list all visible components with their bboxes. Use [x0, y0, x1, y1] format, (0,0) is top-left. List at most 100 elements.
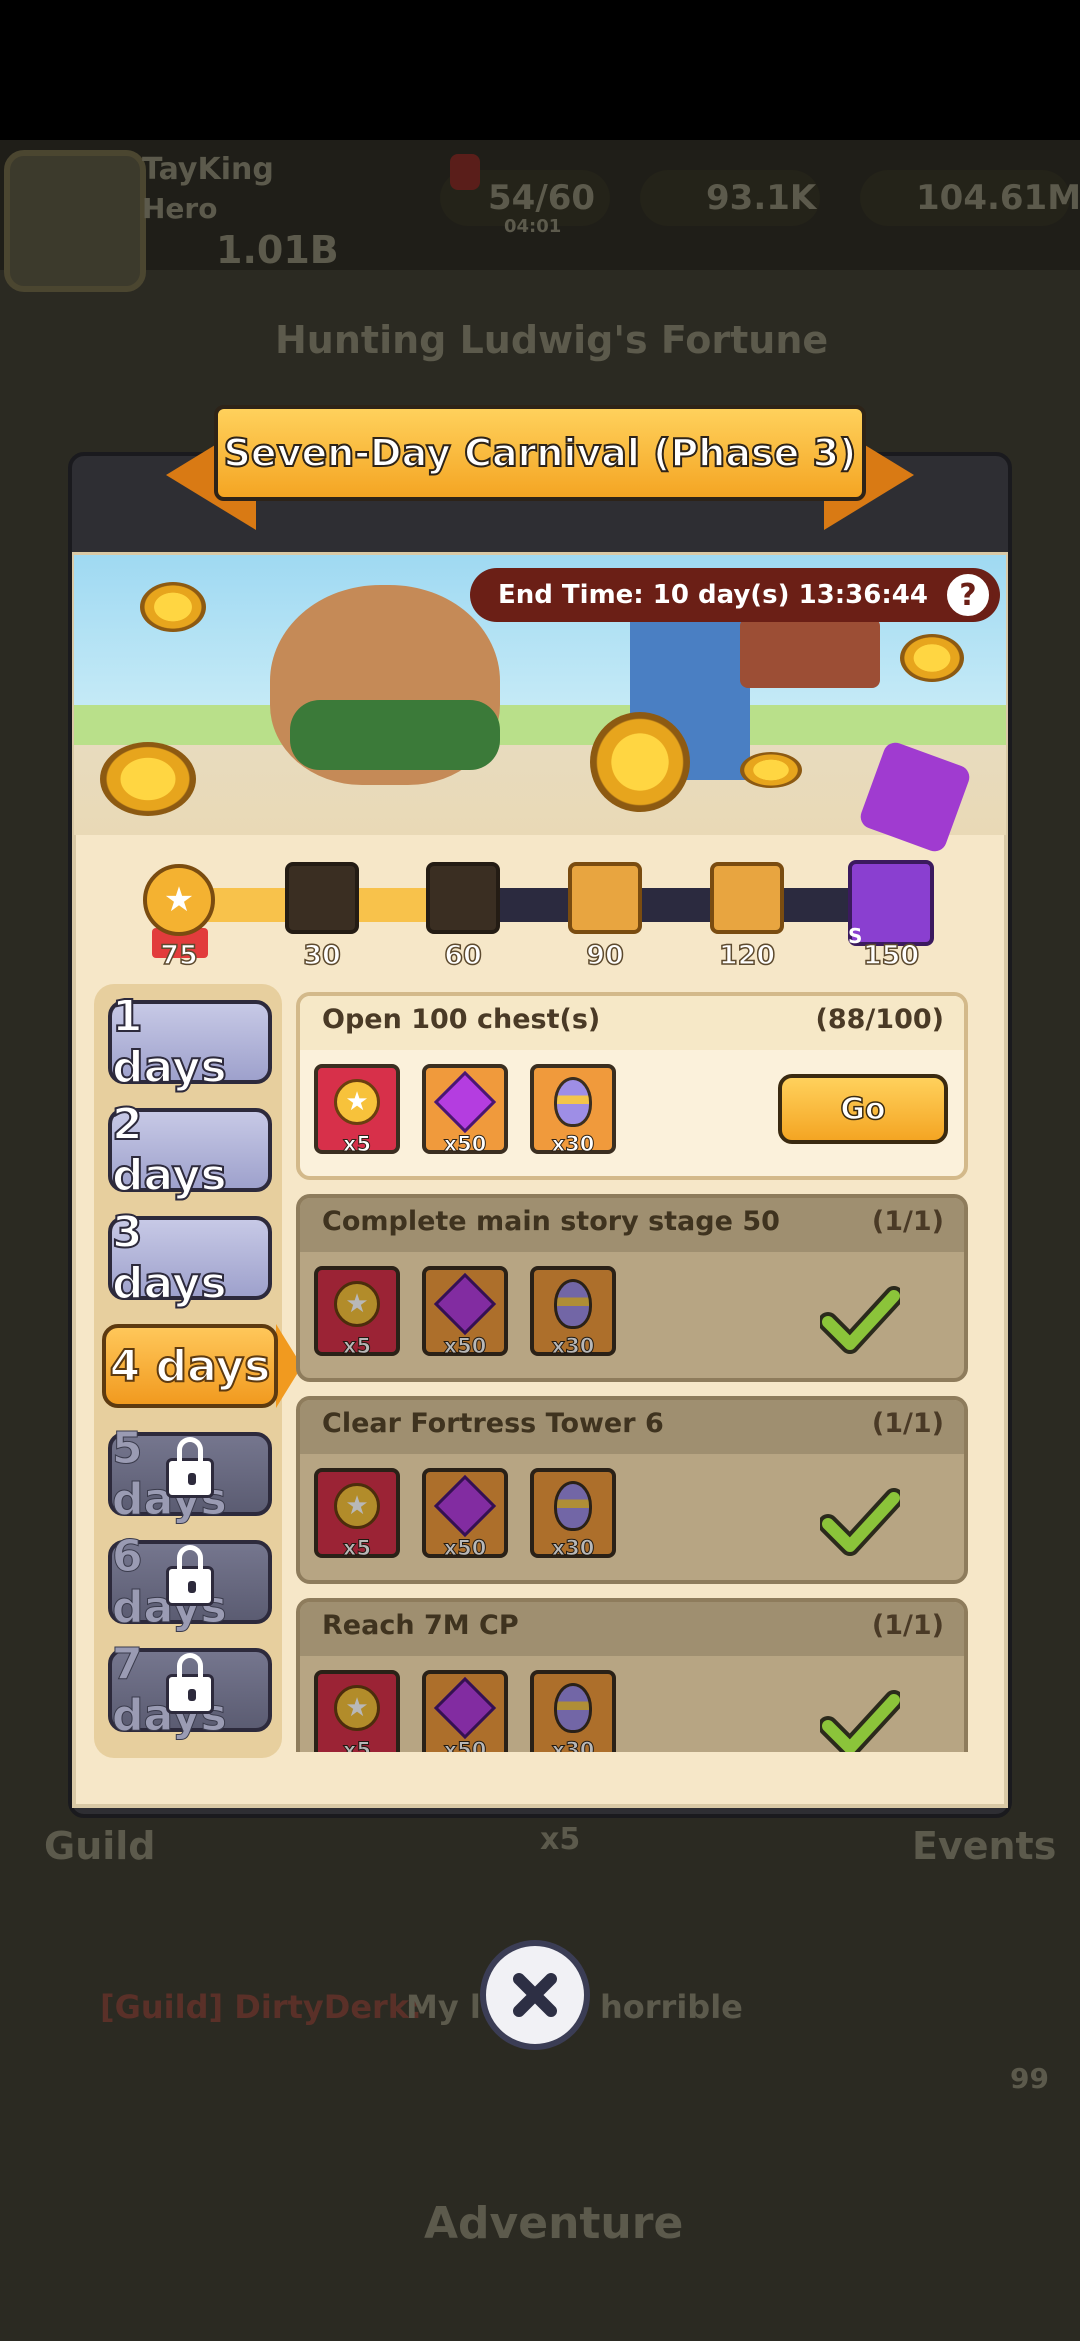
bonus-label: x5 [540, 1822, 581, 1857]
lock-icon [166, 1653, 214, 1714]
task-progress: (88/100) [815, 1004, 944, 1035]
medal-icon: ★ [334, 1483, 380, 1530]
gem-icon [433, 1071, 497, 1134]
coin-art [590, 712, 690, 812]
egg-icon [554, 1279, 592, 1330]
tab-label: 1 days [111, 990, 228, 1094]
milestone-label: 150 [862, 939, 920, 972]
chat-channel: [Guild] DirtyDerk: [100, 1988, 422, 2026]
reward-medal[interactable]: ★ x5 [314, 1468, 400, 1561]
reward-qty: x30 [551, 1738, 595, 1753]
reward-medal[interactable]: ★ x5 [314, 1266, 400, 1359]
milestone-label: 90 [585, 939, 624, 972]
milestone-chest-120[interactable] [710, 862, 784, 934]
close-button[interactable] [480, 1940, 590, 2050]
reward-egg[interactable]: x30 [530, 1670, 616, 1752]
nav-chest-badge: 99 [1010, 2062, 1049, 2095]
milestone-chest-30[interactable] [285, 862, 359, 934]
task-progress: (1/1) [871, 1610, 944, 1641]
task-progress: (1/1) [871, 1206, 944, 1237]
help-button[interactable]: ? [943, 570, 993, 620]
coin-art [100, 742, 196, 816]
medal-icon: ★ [334, 1685, 380, 1732]
capybara-scarf-art [290, 700, 500, 770]
coin-art [740, 752, 802, 788]
reward-qty: x5 [342, 1536, 372, 1561]
reward-medal[interactable]: ★ x5 [314, 1064, 400, 1157]
egg-icon [554, 1481, 592, 1532]
task-card: Clear Fortress Tower 6 (1/1) ★ x5 x50 x3… [296, 1396, 968, 1584]
reward-qty: x50 [443, 1536, 487, 1561]
gold-value: 104.61M [916, 178, 1080, 218]
gem-icon [433, 1677, 497, 1740]
signpost-art [740, 618, 880, 688]
modal-title: Seven-Day Carnival (Phase 3) [223, 430, 858, 476]
tab-day-5[interactable]: 5 days [108, 1423, 272, 1526]
gem-icon [433, 1273, 497, 1336]
chat-text-tail: horrible [600, 1988, 743, 2026]
tab-label: 4 days [109, 1340, 272, 1393]
guild-label: Guild [44, 1824, 156, 1868]
coin-art [140, 582, 206, 632]
lock-icon [166, 1545, 214, 1606]
task-card: Complete main story stage 50 (1/1) ★ x5 … [296, 1194, 968, 1382]
event-title: Hunting Ludwig's Fortune [275, 318, 829, 362]
reward-qty: x5 [342, 1334, 372, 1359]
gem-icon [433, 1475, 497, 1538]
task-list[interactable]: Open 100 chest(s) (88/100) ★ x5 x50 x30 … [296, 988, 972, 1752]
reward-qty: x50 [443, 1738, 487, 1753]
reward-gem[interactable]: x50 [422, 1266, 508, 1359]
reward-qty: x30 [551, 1536, 595, 1561]
medal-icon: ★ [334, 1281, 380, 1328]
reward-gem[interactable]: x50 [422, 1468, 508, 1561]
tab-day-6[interactable]: 6 days [108, 1531, 272, 1634]
tab-day-2[interactable]: 2 days [108, 1098, 272, 1202]
end-time-pill: End Time: 10 day(s) 13:36:44 [470, 568, 1000, 622]
energy-value: 54/60 [488, 178, 596, 218]
milestone-label: 120 [718, 939, 776, 972]
task-card: Open 100 chest(s) (88/100) ★ x5 x50 x30 … [296, 992, 968, 1180]
events-label: Events [912, 1824, 1057, 1868]
milestone-chest-60[interactable] [426, 862, 500, 934]
player-avatar [4, 150, 146, 292]
points-star-icon: ★ [143, 864, 215, 936]
checkmark-icon [820, 1286, 900, 1354]
reward-qty: x5 [342, 1132, 372, 1157]
player-power: 1.01B [216, 228, 339, 272]
reward-gem[interactable]: x50 [422, 1670, 508, 1752]
help-icon: ? [959, 577, 977, 613]
tab-day-7[interactable]: 7 days [108, 1639, 272, 1742]
modal-title-ribbon: Seven-Day Carnival (Phase 3) [214, 405, 866, 501]
checkmark-icon [820, 1488, 900, 1556]
reward-gem[interactable]: x50 [422, 1064, 508, 1157]
medal-icon: ★ [334, 1079, 380, 1126]
task-title: Complete main story stage 50 [322, 1206, 780, 1237]
reward-egg[interactable]: x30 [530, 1266, 616, 1359]
tab-day-4[interactable]: 4 days [102, 1324, 278, 1408]
task-title: Open 100 chest(s) [322, 1004, 601, 1035]
tab-day-1[interactable]: 1 days [108, 990, 272, 1094]
milestone-label: 60 [443, 939, 482, 972]
task-title: Clear Fortress Tower 6 [322, 1408, 664, 1439]
reward-egg[interactable]: x30 [530, 1468, 616, 1561]
task-card: Reach 7M CP (1/1) ★ x5 x50 x30 [296, 1598, 968, 1752]
end-time-text: End Time: 10 day(s) 13:36:44 [498, 580, 928, 610]
reward-egg[interactable]: x30 [530, 1064, 616, 1157]
lock-icon [166, 1437, 214, 1498]
egg-icon [554, 1077, 592, 1128]
go-button[interactable]: Go [778, 1074, 948, 1144]
task-progress: (1/1) [871, 1408, 944, 1439]
current-points-label: 75 [159, 939, 198, 972]
checkmark-icon [820, 1690, 900, 1752]
tab-day-3[interactable]: 3 days [108, 1206, 272, 1310]
gems-value: 93.1K [706, 178, 817, 218]
energy-timer: 04:01 [504, 216, 562, 237]
nav-adventure-label: Adventure [424, 2198, 684, 2249]
milestone-chest-90[interactable] [568, 862, 642, 934]
reward-medal[interactable]: ★ x5 [314, 1670, 400, 1752]
player-name: TayKing [142, 152, 274, 187]
task-title: Reach 7M CP [322, 1610, 519, 1641]
coin-art [900, 634, 964, 682]
milestone-label: 30 [302, 939, 341, 972]
tab-label: 3 days [111, 1206, 228, 1310]
